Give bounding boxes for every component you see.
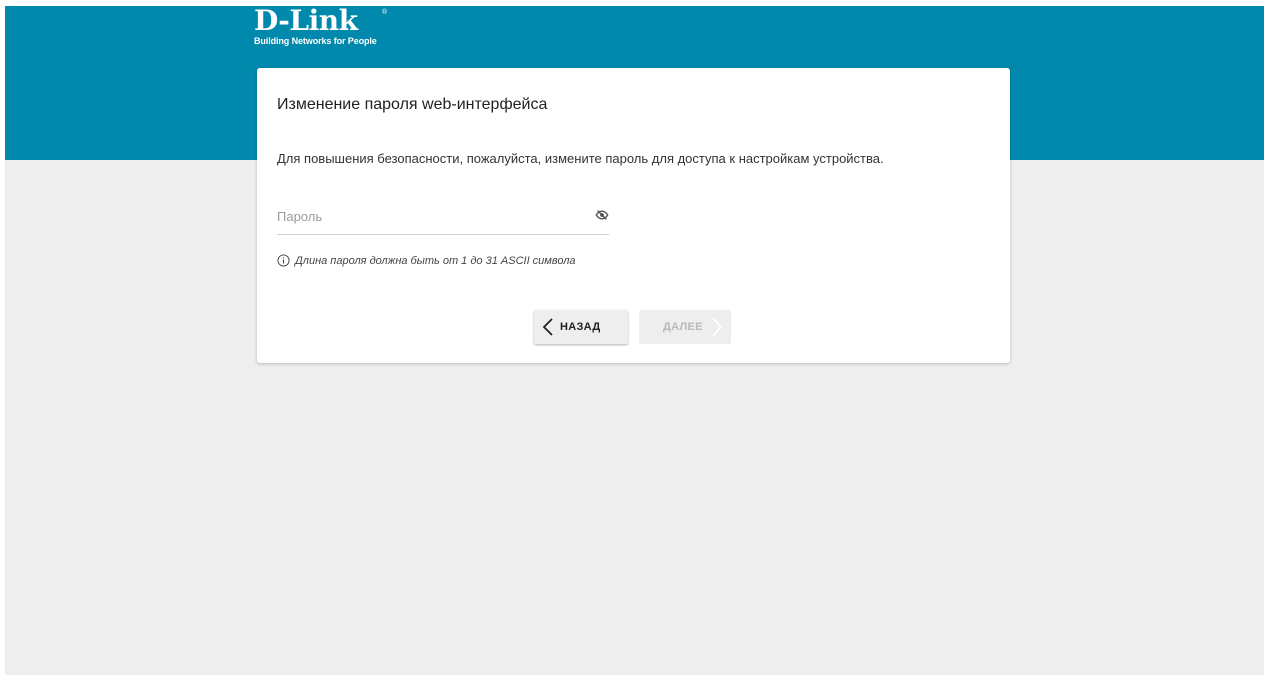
next-button[interactable]: ДАЛЕЕ: [639, 310, 731, 344]
logo-registered-mark: ®: [382, 9, 388, 16]
logo-wordmark: D-Link: [254, 6, 358, 37]
password-hint: Длина пароля должна быть от 1 до 31 ASCI…: [277, 254, 576, 267]
info-icon: [277, 254, 290, 267]
back-button[interactable]: НАЗАД: [534, 310, 628, 344]
back-button-label: НАЗАД: [560, 321, 601, 333]
chevron-left-icon: [542, 318, 553, 336]
eye-off-icon[interactable]: [595, 208, 609, 222]
password-input[interactable]: [277, 204, 567, 228]
chevron-right-icon: [712, 317, 723, 337]
dialog-title: Изменение пароля web-интерфейса: [277, 96, 548, 113]
page-viewport: D-Link ® Building Networks for People Из…: [5, 6, 1264, 675]
password-field: [277, 204, 609, 235]
next-button-label: ДАЛЕЕ: [663, 321, 703, 333]
dialog-description: Для повышения безопасности, пожалуйста, …: [277, 151, 884, 166]
logo-tagline: Building Networks for People: [254, 36, 377, 46]
password-change-dialog: Изменение пароля web-интерфейса Для повы…: [257, 68, 1010, 363]
dlink-logo: D-Link ® Building Networks for People: [254, 6, 387, 46]
password-hint-text: Длина пароля должна быть от 1 до 31 ASCI…: [295, 254, 576, 267]
